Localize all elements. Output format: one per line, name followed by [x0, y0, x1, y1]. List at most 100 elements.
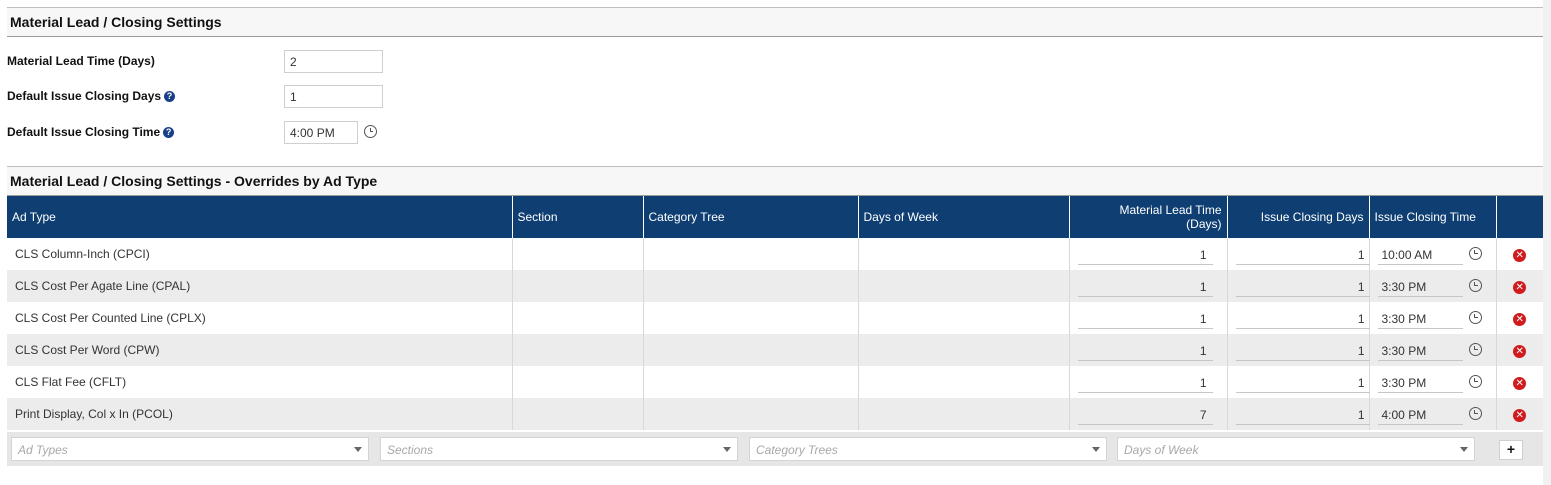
closing-time-input[interactable]: 4:00 PM — [284, 121, 358, 144]
clock-icon[interactable] — [1468, 247, 1482, 260]
cell-closing-time: 3:30 PM — [1369, 270, 1497, 302]
col-actions — [1496, 196, 1543, 238]
cell-actions: ✕ — [1496, 302, 1543, 334]
cell-category-tree — [643, 238, 859, 270]
ad-types-dropdown[interactable]: Ad Types — [11, 437, 369, 461]
lead-time-input[interactable]: 1 — [1077, 307, 1213, 329]
clock-icon[interactable] — [1468, 407, 1482, 420]
cell-category-tree — [643, 366, 859, 398]
chevron-down-icon — [723, 447, 731, 452]
closing-days-label-text: Default Issue Closing Days — [7, 89, 162, 103]
delete-icon[interactable]: ✕ — [1513, 248, 1527, 262]
clock-icon[interactable] — [1468, 311, 1482, 324]
cell-actions: ✕ — [1496, 238, 1543, 270]
closing-days-input[interactable]: 1 — [1235, 307, 1371, 329]
cell-ad-type: CLS Cost Per Word (CPW) — [7, 334, 513, 366]
col-closing-days[interactable]: Issue Closing Days — [1227, 196, 1370, 238]
cell-section — [512, 270, 644, 302]
closing-days-input[interactable]: 1 — [284, 85, 383, 108]
table-row: CLS Cost Per Word (CPW) 1 1 3:30 PM ✕ — [7, 334, 1543, 366]
clock-icon[interactable] — [1468, 375, 1482, 388]
cell-closing-days: 1 — [1227, 270, 1371, 302]
closing-days-input[interactable]: 1 — [1235, 403, 1371, 425]
closing-days-row: Default Issue Closing Days? 1 — [7, 85, 407, 109]
help-icon[interactable]: ? — [163, 127, 175, 138]
cell-lead-time: 1 — [1069, 270, 1228, 302]
lead-time-input[interactable]: 2 — [284, 50, 383, 73]
lead-time-input[interactable]: 7 — [1077, 403, 1213, 425]
lead-time-label: Material Lead Time (Days) — [7, 54, 155, 68]
category-trees-placeholder: Category Trees — [756, 443, 838, 457]
col-closing-time[interactable]: Issue Closing Time — [1369, 196, 1497, 238]
cell-lead-time: 1 — [1069, 334, 1228, 366]
cell-days-of-week — [858, 238, 1070, 270]
cell-category-tree — [643, 270, 859, 302]
table-row: CLS Cost Per Agate Line (CPAL) 1 1 3:30 PM ✕ — [7, 270, 1543, 302]
col-lead-time[interactable]: Material Lead Time (Days) — [1069, 196, 1228, 238]
cell-lead-time: 1 — [1069, 366, 1228, 398]
closing-time-input[interactable]: 10:00 AM — [1377, 243, 1463, 265]
chevron-down-icon — [1092, 447, 1100, 452]
cell-closing-time: 3:30 PM — [1369, 334, 1497, 366]
cell-closing-time: 3:30 PM — [1369, 366, 1497, 398]
delete-icon[interactable]: ✕ — [1513, 312, 1527, 326]
closing-time-input[interactable]: 3:30 PM — [1377, 371, 1463, 393]
delete-icon[interactable]: ✕ — [1513, 344, 1527, 358]
days-of-week-dropdown[interactable]: Days of Week — [1117, 437, 1475, 461]
table-row: CLS Cost Per Counted Line (CPLX) 1 1 3:30 P… — [7, 302, 1543, 334]
cell-category-tree — [643, 398, 859, 430]
closing-time-input[interactable]: 4:00 PM — [1377, 403, 1463, 425]
closing-time-label: Default Issue Closing Time? — [7, 125, 175, 139]
delete-icon[interactable]: ✕ — [1513, 408, 1527, 422]
col-ad-type[interactable]: Ad Type — [7, 196, 513, 238]
closing-days-input[interactable]: 1 — [1235, 275, 1371, 297]
cell-category-tree — [643, 302, 859, 334]
chevron-down-icon — [1460, 447, 1468, 452]
overrides-table: Ad Type Section Category Tree Days of We… — [7, 196, 1543, 430]
table-row: CLS Flat Fee (CFLT) 1 1 3:30 PM ✕ — [7, 366, 1543, 398]
closing-time-input[interactable]: 3:30 PM — [1377, 275, 1463, 297]
closing-days-input[interactable]: 1 — [1235, 371, 1371, 393]
vertical-scrollbar[interactable] — [1543, 0, 1551, 485]
cell-ad-type: CLS Cost Per Counted Line (CPLX) — [7, 302, 513, 334]
add-override-button[interactable]: + — [1499, 440, 1523, 460]
category-trees-dropdown[interactable]: Category Trees — [749, 437, 1107, 461]
col-lead-time-line2: (Days) — [1186, 217, 1222, 231]
clock-icon[interactable] — [1468, 343, 1482, 356]
cell-actions: ✕ — [1496, 366, 1543, 398]
cell-days-of-week — [858, 366, 1070, 398]
clock-icon[interactable] — [1468, 279, 1482, 292]
help-icon[interactable]: ? — [164, 91, 176, 102]
col-section[interactable]: Section — [512, 196, 644, 238]
closing-days-input[interactable]: 1 — [1235, 339, 1371, 361]
col-category-tree[interactable]: Category Tree — [643, 196, 859, 238]
cell-ad-type: CLS Flat Fee (CFLT) — [7, 366, 513, 398]
table-header-row: Ad Type Section Category Tree Days of We… — [7, 196, 1543, 238]
lead-time-input[interactable]: 1 — [1077, 243, 1213, 265]
sections-dropdown[interactable]: Sections — [380, 437, 738, 461]
cell-section — [512, 302, 644, 334]
cell-ad-type: Print Display, Col x In (PCOL) — [7, 398, 513, 430]
sections-placeholder: Sections — [387, 443, 434, 457]
lead-time-input[interactable]: 1 — [1077, 371, 1213, 393]
cell-section — [512, 334, 644, 366]
cell-ad-type: CLS Cost Per Agate Line (CPAL) — [7, 270, 513, 302]
lead-time-input[interactable]: 1 — [1077, 275, 1213, 297]
cell-closing-time: 3:30 PM — [1369, 302, 1497, 334]
lead-time-row: Material Lead Time (Days) 2 — [7, 50, 407, 74]
table-row: CLS Column-Inch (CPCI) 1 1 10:00 AM ✕ — [7, 238, 1543, 270]
col-days-of-week[interactable]: Days of Week — [858, 196, 1070, 238]
closing-days-input[interactable]: 1 — [1235, 243, 1371, 265]
cell-lead-time: 7 — [1069, 398, 1228, 430]
lead-time-input[interactable]: 1 — [1077, 339, 1213, 361]
delete-icon[interactable]: ✕ — [1513, 376, 1527, 390]
settings-section-header: Material Lead / Closing Settings — [7, 7, 1543, 37]
cell-days-of-week — [858, 302, 1070, 334]
cell-lead-time: 1 — [1069, 238, 1228, 270]
closing-time-input[interactable]: 3:30 PM — [1377, 307, 1463, 329]
cell-closing-time: 4:00 PM — [1369, 398, 1497, 430]
closing-time-row: Default Issue Closing Time? 4:00 PM — [7, 121, 407, 145]
clock-icon[interactable] — [364, 125, 377, 138]
delete-icon[interactable]: ✕ — [1513, 280, 1527, 294]
closing-time-input[interactable]: 3:30 PM — [1377, 339, 1463, 361]
